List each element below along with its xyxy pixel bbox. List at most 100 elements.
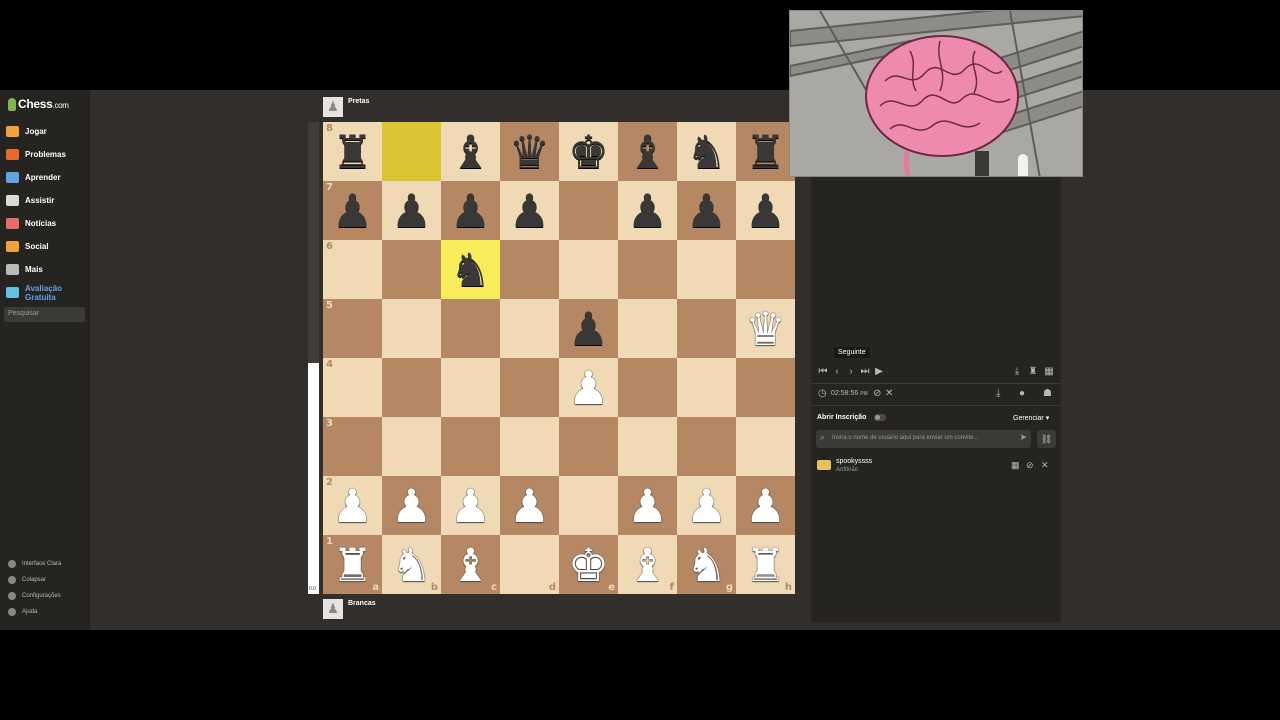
sidebar-item-7[interactable]: Mais — [0, 258, 90, 281]
square-g4[interactable] — [677, 358, 736, 417]
square-d8[interactable]: ♛ — [500, 122, 559, 181]
camera-off-icon[interactable]: ⊘ — [1026, 460, 1034, 471]
square-a2[interactable]: 2 ♟ — [323, 476, 382, 535]
first-move-icon[interactable]: ⏮ — [817, 363, 829, 381]
square-c7[interactable]: ♟ — [441, 181, 500, 240]
square-a4[interactable]: 4 — [323, 358, 382, 417]
sidebar-bottom-item-1[interactable]: Interface Clara — [0, 556, 90, 572]
send-icon[interactable]: ➤ — [1019, 432, 1027, 443]
mute-icon[interactable]: ✕ — [885, 388, 893, 399]
black-pawn-icon[interactable]: ♟ — [509, 188, 550, 234]
sidebar-bottom-item-3[interactable]: Configurações — [0, 588, 90, 604]
previous-move-icon[interactable]: ‹ — [831, 363, 843, 381]
open-registration-toggle[interactable] — [874, 414, 886, 421]
square-g7[interactable]: ♟ — [677, 181, 736, 240]
square-f1[interactable]: f ♝ — [618, 535, 677, 594]
square-e6[interactable] — [559, 240, 618, 299]
white-bishop-icon[interactable]: ♝ — [627, 542, 668, 588]
white-knight-icon[interactable]: ♞ — [686, 542, 727, 588]
member-name[interactable]: spookyssss — [836, 458, 872, 465]
black-pawn-icon[interactable]: ♟ — [332, 188, 373, 234]
square-h4[interactable] — [736, 358, 795, 417]
white-pawn-icon[interactable]: ♟ — [391, 483, 432, 529]
black-pawn-icon[interactable]: ♟ — [450, 188, 491, 234]
square-b3[interactable] — [382, 417, 441, 476]
square-d4[interactable] — [500, 358, 559, 417]
square-d2[interactable]: ♟ — [500, 476, 559, 535]
square-d1[interactable]: d — [500, 535, 559, 594]
square-g2[interactable]: ♟ — [677, 476, 736, 535]
white-king-icon[interactable]: ♚ — [568, 542, 609, 588]
download-icon[interactable]: ⤓ — [1011, 363, 1023, 381]
square-b6[interactable] — [382, 240, 441, 299]
pieces-icon[interactable]: ♜ — [1027, 363, 1039, 381]
square-f2[interactable]: ♟ — [618, 476, 677, 535]
white-pawn-icon[interactable]: ♟ — [627, 483, 668, 529]
square-h7[interactable]: ♟ — [736, 181, 795, 240]
square-b4[interactable] — [382, 358, 441, 417]
square-h2[interactable]: ♟ — [736, 476, 795, 535]
next-move-icon[interactable]: › — [845, 363, 857, 381]
black-pawn-icon[interactable]: ♟ — [686, 188, 727, 234]
black-pawn-icon[interactable]: ♟ — [627, 188, 668, 234]
square-c6[interactable]: ♞ — [441, 240, 500, 299]
square-g3[interactable] — [677, 417, 736, 476]
square-f6[interactable] — [618, 240, 677, 299]
white-queen-icon[interactable]: ♛ — [745, 306, 786, 352]
chess-com-logo[interactable]: Chess.com — [8, 96, 69, 112]
mute-icon[interactable]: ✕ — [1041, 460, 1049, 471]
square-a6[interactable]: 6 — [323, 240, 382, 299]
black-pawn-icon[interactable]: ♟ — [568, 306, 609, 352]
square-c4[interactable] — [441, 358, 500, 417]
black-queen-icon[interactable]: ♛ — [509, 129, 550, 175]
square-a8[interactable]: 8 ♜ — [323, 122, 382, 181]
square-a1[interactable]: 1 a ♜ — [323, 535, 382, 594]
sidebar-bottom-item-2[interactable]: Colapsar — [0, 572, 90, 588]
square-a7[interactable]: 7 ♟ — [323, 181, 382, 240]
sidebar-bottom-item-4[interactable]: Ajuda — [0, 604, 90, 620]
black-king-icon[interactable]: ♚ — [568, 129, 609, 175]
square-e2[interactable] — [559, 476, 618, 535]
square-d6[interactable] — [500, 240, 559, 299]
square-c1[interactable]: c ♝ — [441, 535, 500, 594]
square-f4[interactable] — [618, 358, 677, 417]
black-bishop-icon[interactable]: ♝ — [627, 129, 668, 175]
camera-off-icon[interactable]: ⊘ — [873, 388, 881, 399]
black-knight-icon[interactable]: ♞ — [686, 129, 727, 175]
square-e7[interactable] — [559, 181, 618, 240]
manage-dropdown[interactable]: Gerenciar ▾ — [1013, 414, 1049, 422]
square-h6[interactable] — [736, 240, 795, 299]
square-h3[interactable] — [736, 417, 795, 476]
sidebar-item-8[interactable]: Avaliação Gratuita — [0, 281, 90, 304]
square-d3[interactable] — [500, 417, 559, 476]
square-e4[interactable]: ♟ — [559, 358, 618, 417]
square-f7[interactable]: ♟ — [618, 181, 677, 240]
square-c8[interactable]: ♝ — [441, 122, 500, 181]
square-c3[interactable] — [441, 417, 500, 476]
square-g1[interactable]: g ♞ — [677, 535, 736, 594]
square-a3[interactable]: 3 — [323, 417, 382, 476]
square-d7[interactable]: ♟ — [500, 181, 559, 240]
square-b7[interactable]: ♟ — [382, 181, 441, 240]
black-rook-icon[interactable]: ♜ — [332, 129, 373, 175]
square-h1[interactable]: h ♜ — [736, 535, 795, 594]
square-f3[interactable] — [618, 417, 677, 476]
square-a5[interactable]: 5 — [323, 299, 382, 358]
download-pgn-icon[interactable]: ⤓ — [996, 388, 1000, 399]
square-g6[interactable] — [677, 240, 736, 299]
square-d5[interactable] — [500, 299, 559, 358]
white-rook-icon[interactable]: ♜ — [332, 542, 373, 588]
sidebar-item-3[interactable]: Aprender — [0, 166, 90, 189]
white-knight-icon[interactable]: ♞ — [391, 542, 432, 588]
black-bishop-icon[interactable]: ♝ — [450, 129, 491, 175]
board-icon[interactable]: ▦ — [1011, 460, 1020, 471]
black-knight-icon[interactable]: ♞ — [450, 247, 491, 293]
invite-input[interactable]: ⌕ Insira o nome de usuário aqui para env… — [816, 430, 1031, 448]
square-c5[interactable] — [441, 299, 500, 358]
white-pawn-icon[interactable]: ♟ — [509, 483, 550, 529]
square-b8[interactable] — [382, 122, 441, 181]
white-pawn-icon[interactable]: ♟ — [332, 483, 373, 529]
white-bishop-icon[interactable]: ♝ — [450, 542, 491, 588]
chat-icon[interactable]: ● — [1019, 388, 1025, 399]
square-h5[interactable]: ♛ — [736, 299, 795, 358]
